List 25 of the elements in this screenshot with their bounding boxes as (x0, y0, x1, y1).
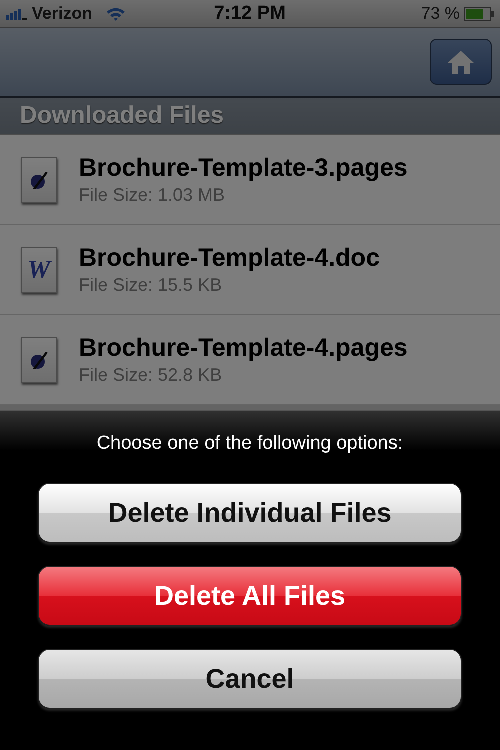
carrier-name: Verizon (32, 4, 92, 24)
section-title: Downloaded Files (20, 102, 224, 130)
file-row[interactable]: Brochure-Template-4.pages File Size: 52.8 KB (0, 315, 500, 405)
file-name: Brochure-Template-4.doc (79, 244, 380, 272)
action-sheet-title: Choose one of the following options: (96, 433, 404, 455)
action-button[interactable]: Delete Individual Files (38, 483, 462, 543)
wifi-icon (106, 6, 126, 20)
pages-document-icon (21, 336, 57, 382)
file-name: Brochure-Template-3.pages (79, 154, 408, 182)
home-button[interactable] (430, 39, 492, 85)
clock-time: 7:12 PM (214, 2, 286, 24)
battery-percent: 73 % (421, 4, 460, 24)
file-size: File Size: 1.03 MB (79, 184, 226, 206)
file-size: File Size: 15.5 KB (79, 274, 224, 296)
file-row[interactable]: W Brochure-Template-4.doc File Size: 15.5 KB (0, 225, 500, 315)
word-document-icon: W (21, 246, 57, 292)
delete-all-button[interactable]: Delete All Files (38, 566, 462, 626)
cancel-button[interactable]: Cancel (38, 649, 462, 709)
file-name: Brochure-Template-4.pages (79, 334, 408, 362)
home-icon (447, 49, 475, 75)
pages-document-icon (21, 156, 57, 202)
signal-icon (6, 8, 28, 20)
battery-icon (464, 6, 494, 20)
file-size: File Size: 52.8 KB (79, 364, 224, 386)
file-row[interactable]: Brochure-Template-3.pages File Size: 1.03 MB (0, 135, 500, 225)
